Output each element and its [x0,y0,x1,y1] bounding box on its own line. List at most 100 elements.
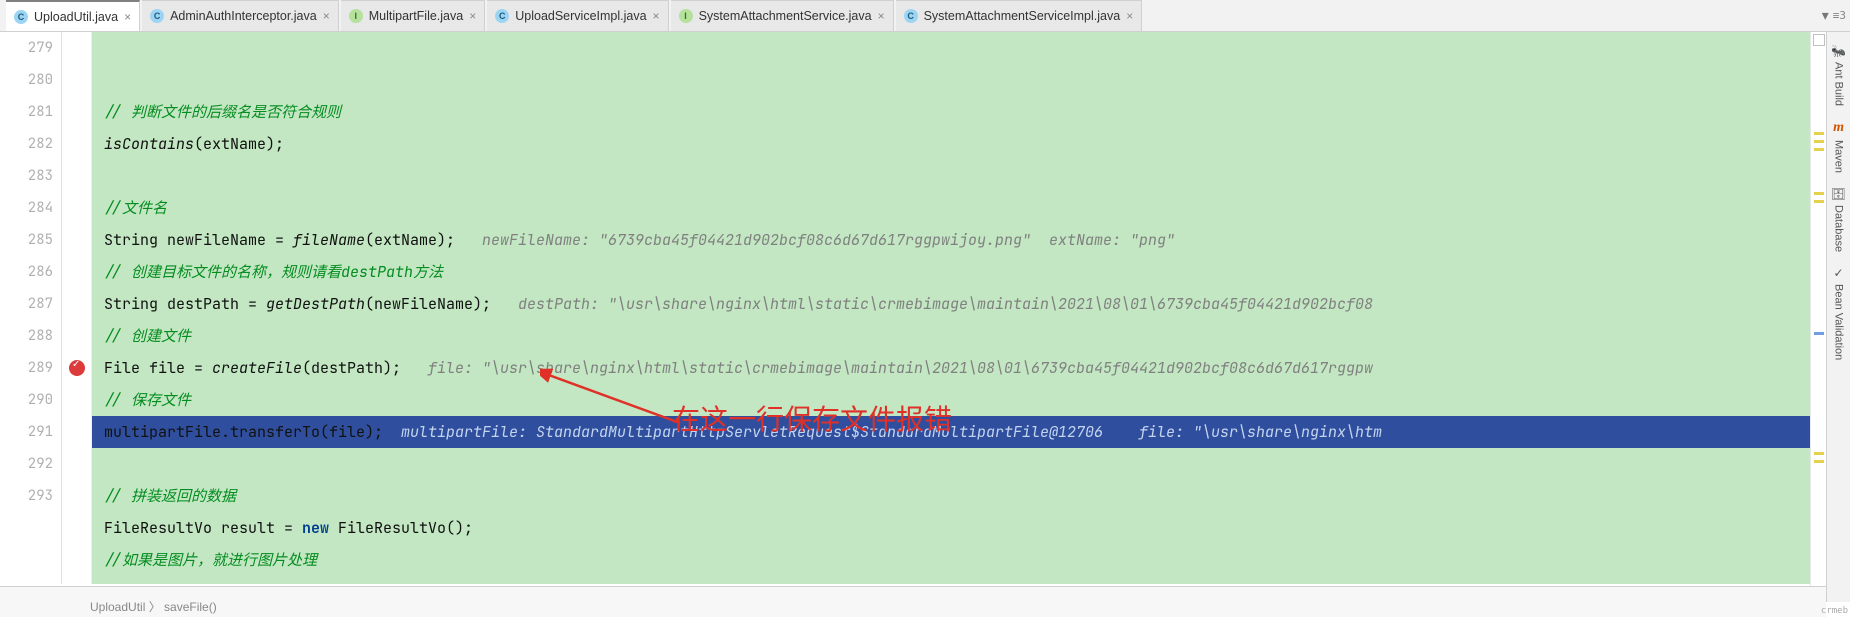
tab-multipartfile[interactable]: I MultipartFile.java × [341,0,486,31]
tab-label: AdminAuthInterceptor.java [170,9,317,23]
tab-uploadutil[interactable]: C UploadUtil.java × [6,0,140,31]
error-stripe-mark[interactable] [1814,200,1824,203]
breadcrumb[interactable]: UploadUtil 〉 saveFile() [90,598,217,615]
error-stripe-mark[interactable] [1814,140,1824,143]
code-token: // 创建目标文件的名称，规则请看destPath方法 [104,262,443,282]
code-area[interactable]: // 判断文件的后缀名是否符合规则isContains(extName);//文… [92,32,1850,584]
breakpoint-slot[interactable] [62,288,91,320]
code-line[interactable]: // 创建目标文件的名称，规则请看destPath方法 [92,256,1850,288]
code-token: //文件名 [104,198,167,218]
code-line[interactable]: //如果是图片，就进行图片处理 [92,544,1850,576]
line-number: 291 [0,416,53,448]
line-number: 282 [0,128,53,160]
chevron-down-icon: ▾ [1822,7,1829,24]
line-number: 293 [0,480,53,512]
line-number: 289 [0,352,53,384]
code-token: // 创建文件 [104,326,191,346]
code-token: FileResultVo result = [104,518,302,538]
code-token: (extName); [194,134,284,154]
annotation-label: 在这一行保存文件报错 [672,404,952,436]
breakpoint-slot[interactable] [62,128,91,160]
close-icon[interactable]: × [124,10,131,24]
java-class-icon: C [495,9,509,23]
toolwindow-database[interactable]: 🗄 Database [1829,181,1848,258]
breakpoint-slot[interactable] [62,64,91,96]
error-stripe-mark[interactable] [1814,192,1824,195]
code-line[interactable]: multipartFile.transferTo(file); multipar… [92,416,1850,448]
code-line[interactable]: //文件名 [92,192,1850,224]
error-stripe-mark[interactable] [1814,452,1824,455]
code-line[interactable]: File file = createFile(destPath); file: … [92,352,1850,384]
java-interface-icon: I [349,9,363,23]
code-line[interactable]: String newFileName = fileName(extName); … [92,224,1850,256]
breakpoint-slot[interactable] [62,416,91,448]
code-line[interactable]: FileResultVo result = new FileResultVo()… [92,512,1850,544]
close-icon[interactable]: × [878,9,885,23]
breakpoint-slot[interactable] [62,480,91,512]
code-token: // 判断文件的后缀名是否符合规则 [104,102,341,122]
tab-bar-overflow[interactable]: ▾ ≡3 [1822,0,1850,31]
tab-label: SystemAttachmentService.java [699,9,872,23]
toolwindow-label: Maven [1833,140,1845,173]
code-token: fileName [293,230,365,250]
code-line[interactable]: // 保存文件 [92,384,1850,416]
close-icon[interactable]: × [323,9,330,23]
tab-uploadserviceimpl[interactable]: C UploadServiceImpl.java × [487,0,668,31]
code-token: isContains [104,134,194,154]
code-token: multipartFile.transferTo(file); [104,422,401,442]
toolwindow-label: Database [1833,205,1845,252]
breakpoint-slot[interactable] [62,256,91,288]
toolwindow-maven[interactable]: m Maven [1831,114,1847,179]
breakpoint-margin[interactable] [62,32,92,584]
tab-systemattachmentservice[interactable]: I SystemAttachmentService.java × [671,0,894,31]
code-line[interactable]: isContains(extName); [92,128,1850,160]
error-stripe-mark[interactable] [1814,460,1824,463]
line-number: 286 [0,256,53,288]
tab-label: SystemAttachmentServiceImpl.java [924,9,1121,23]
code-line[interactable] [92,448,1850,480]
toolwindow-bean-validation[interactable]: ✓ Bean Validation [1831,260,1847,366]
hidden-tabs-count: ≡3 [1833,9,1846,22]
breakpoint-slot[interactable] [62,320,91,352]
code-token: newFileName: "6739cba45f04421d902bcf08c6… [482,230,1175,250]
maven-icon: m [1833,120,1844,136]
line-number: 281 [0,96,53,128]
toolwindow-ant-build[interactable]: 🐜 Ant Build [1829,38,1848,112]
close-icon[interactable]: × [1126,9,1133,23]
code-token: (newFileName); [365,294,518,314]
error-stripe-mark[interactable] [1814,132,1824,135]
close-icon[interactable]: × [469,9,476,23]
breakpoint-slot[interactable] [62,32,91,64]
code-line[interactable]: // 拼装返回的数据 [92,480,1850,512]
breakpoint-slot[interactable] [62,96,91,128]
code-token: file: "\usr\share\nginx\html\static\crme… [428,358,1373,378]
tab-systemattachmentserviceimpl[interactable]: C SystemAttachmentServiceImpl.java × [896,0,1143,31]
tab-label: UploadServiceImpl.java [515,9,646,23]
code-token: FileResultVo(); [338,518,473,538]
tab-adminauthinterceptor[interactable]: C AdminAuthInterceptor.java × [142,0,339,31]
ant-icon: 🐜 [1831,44,1846,58]
error-stripe[interactable] [1810,32,1826,587]
code-editor[interactable]: 2792802812822832842852862872882892902912… [0,32,1850,584]
line-number-gutter: 2792802812822832842852862872882892902912… [0,32,62,584]
breakpoint-slot[interactable] [62,384,91,416]
breakpoint-slot[interactable] [62,160,91,192]
code-line[interactable]: String destPath = getDestPath(newFileNam… [92,288,1850,320]
line-number: 280 [0,64,53,96]
line-number: 285 [0,224,53,256]
breakpoint-slot[interactable] [62,192,91,224]
code-line[interactable] [92,160,1850,192]
breakpoint-slot[interactable] [62,224,91,256]
error-stripe-mark[interactable] [1814,148,1824,151]
tab-label: MultipartFile.java [369,9,463,23]
editor-tab-bar: C UploadUtil.java × C AdminAuthIntercept… [0,0,1850,32]
breakpoint-icon[interactable] [69,360,85,376]
code-line[interactable]: // 创建文件 [92,320,1850,352]
breakpoint-slot[interactable] [62,448,91,480]
error-stripe-mark[interactable] [1814,332,1824,335]
code-line[interactable]: // 判断文件的后缀名是否符合规则 [92,96,1850,128]
line-number: 287 [0,288,53,320]
breakpoint-slot[interactable] [62,352,91,384]
close-icon[interactable]: × [653,9,660,23]
code-token: (extName); [365,230,482,250]
